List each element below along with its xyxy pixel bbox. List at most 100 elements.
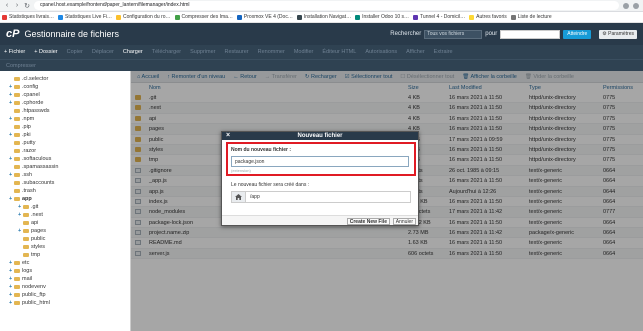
tree-item[interactable]: + .softaculous [0, 155, 130, 163]
toolbar-button[interactable]: Autorisations [365, 49, 397, 55]
folder-icon [14, 133, 20, 137]
tree-item[interactable]: + logs [0, 267, 130, 275]
toolbar-button[interactable]: + Dossier [34, 49, 57, 55]
bookmark-item[interactable]: Statistiques livrais… [2, 14, 54, 20]
folder-icon [23, 221, 29, 225]
reload-icon[interactable]: ↻ [24, 2, 30, 10]
bookmark-icon [469, 14, 475, 20]
file-toolbar-secondary: Compresser [0, 59, 643, 71]
tree-item[interactable]: + public_html [0, 299, 130, 307]
profile-icon[interactable] [633, 2, 639, 9]
tree-item[interactable]: + .git [0, 203, 130, 211]
tree-item[interactable]: .putty [0, 139, 130, 147]
dialog-title: Nouveau fichier [297, 133, 343, 139]
toolbar-button[interactable]: + Fichier [4, 49, 25, 55]
folder-icon [14, 261, 20, 265]
for-label: pour [485, 31, 498, 37]
bookmark-item[interactable]: Installer Odoo 10 s… [355, 14, 409, 20]
search-input[interactable] [500, 29, 561, 39]
tree-label: mail [22, 276, 33, 282]
bookmark-item[interactable]: Statistiques Live Fi… [58, 14, 112, 20]
tree-item[interactable]: + mail [0, 275, 130, 283]
toolbar-button[interactable]: Afficher [406, 49, 425, 55]
toolbar-button[interactable]: Déplacer [92, 49, 114, 55]
tree-item[interactable]: + .cpanel [0, 91, 130, 99]
folder-icon [14, 285, 20, 289]
folder-icon [23, 253, 29, 257]
address-bar[interactable]: cpanel.host.example/frontend/paper_lante… [34, 1, 619, 10]
toolbar-button[interactable]: Supprimer [190, 49, 215, 55]
tree-label: .pki [22, 132, 31, 138]
tree-item[interactable]: .pip [0, 123, 130, 131]
folder-icon [14, 85, 20, 89]
cpanel-logo[interactable]: cP [6, 28, 19, 40]
tree-item[interactable]: + nodevenv [0, 283, 130, 291]
toolbar-button[interactable]: Charger [123, 49, 143, 55]
folder-icon [14, 293, 20, 297]
tree-item[interactable]: .htpasswds [0, 107, 130, 115]
bookmark-item[interactable]: Proxmox VE 4 (Doc… [236, 14, 293, 20]
toolbar-button[interactable]: Copier [67, 49, 83, 55]
tree-item[interactable]: + .next [0, 211, 130, 219]
tree-item[interactable]: + .config [0, 83, 130, 91]
toolbar-button[interactable]: Restaurer [224, 49, 248, 55]
search-label: Rechercher [390, 31, 422, 37]
bookmark-item[interactable]: Autres favoris [469, 14, 507, 20]
tree-item[interactable]: + .npm [0, 115, 130, 123]
tree-item[interactable]: .trash [0, 187, 130, 195]
create-file-button[interactable]: Create New File [346, 218, 390, 225]
tree-item[interactable]: + .ssh [0, 171, 130, 179]
tree-item[interactable]: + public_ftp [0, 291, 130, 299]
tree-label: logs [22, 268, 33, 274]
tree-item[interactable]: + .pki [0, 131, 130, 139]
bookmark-icon [413, 14, 419, 20]
browser-toolbar: ‹ › ↻ cpanel.host.example/frontend/paper… [0, 0, 643, 12]
go-button[interactable]: Atteindre [563, 29, 592, 39]
bookmark-icon [296, 14, 302, 20]
folder-tree: .cl.selector + .config + .cpanel + .cphorde .ht… [0, 71, 131, 331]
tree-item[interactable]: .spamassassin [0, 163, 130, 171]
bookmark-item[interactable]: Liste de lecture [510, 14, 552, 20]
close-icon[interactable]: × [226, 132, 230, 139]
tree-item[interactable]: styles [0, 243, 130, 251]
extension-icon[interactable] [623, 2, 629, 9]
tree-item[interactable]: + etc [0, 259, 130, 267]
tree-label: .npm [22, 116, 35, 122]
folder-icon [23, 213, 29, 217]
tree-label: .softaculous [22, 156, 52, 162]
tree-item[interactable]: .razor [0, 147, 130, 155]
tree-item[interactable]: api [0, 219, 130, 227]
bookmark-item[interactable]: Tunnel 4 - Domicil… [413, 14, 465, 20]
tree-item[interactable]: + pages [0, 227, 130, 235]
folder-icon [23, 229, 29, 233]
back-icon[interactable]: ‹ [4, 2, 10, 9]
tree-label: api [31, 220, 39, 226]
settings-button[interactable]: ⚙ Paramètres [599, 29, 637, 39]
name-hint: (extension) [231, 168, 251, 173]
tree-label: .cpanel [22, 92, 40, 98]
toolbar-button[interactable]: Modifier [294, 49, 314, 55]
folder-icon [14, 277, 20, 281]
tree-label: .pip [22, 124, 31, 130]
toolbar-button[interactable]: Télécharger [152, 49, 181, 55]
toolbar-button[interactable]: Éditeur HTML [322, 49, 356, 55]
search-scope-select[interactable]: Tous vos fichiers [424, 29, 483, 39]
new-file-name-input[interactable]: package.json [231, 156, 409, 167]
toolbar-button[interactable]: Renommer [258, 49, 285, 55]
tree-item[interactable]: tmp [0, 251, 130, 259]
tree-item[interactable]: + .cphorde [0, 99, 130, 107]
tree-label: .putty [22, 140, 36, 146]
tree-item[interactable]: .cl.selector [0, 75, 130, 83]
tree-item[interactable]: public [0, 235, 130, 243]
compress-button[interactable]: Compresser [6, 63, 36, 69]
toolbar-button[interactable]: Extraire [434, 49, 453, 55]
cancel-button[interactable]: Annuler [392, 218, 416, 225]
tree-item[interactable]: + app [0, 195, 130, 203]
forward-icon[interactable]: › [14, 2, 20, 9]
destination-field[interactable]: /app [231, 191, 411, 203]
tree-item[interactable]: .subaccounts [0, 179, 130, 187]
bookmark-item[interactable]: Installation Navigat… [296, 14, 351, 20]
bookmark-item[interactable]: Compresser des Ima… [174, 14, 233, 20]
folder-icon [14, 93, 20, 97]
bookmark-item[interactable]: Configuration du ro… [115, 14, 171, 20]
